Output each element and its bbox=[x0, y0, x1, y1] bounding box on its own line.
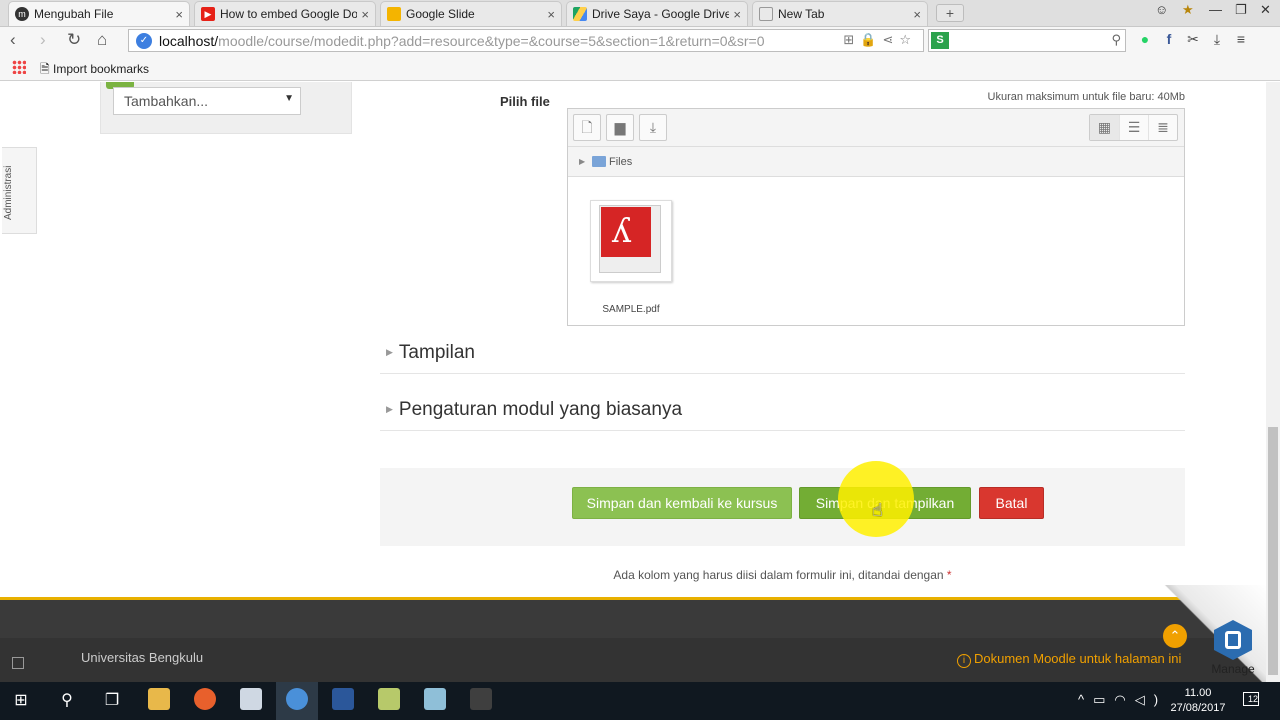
up-arrow-icon[interactable]: ⌃ bbox=[1163, 624, 1187, 648]
pdf-file-thumbnail[interactable]: ʎ bbox=[590, 200, 672, 282]
close-icon[interactable]: × bbox=[361, 7, 369, 22]
manage-hex-icon bbox=[1214, 620, 1252, 660]
word-icon[interactable] bbox=[332, 688, 354, 710]
file-explorer-icon[interactable] bbox=[148, 688, 170, 710]
section-common-module-settings[interactable]: ▶ Pengaturan modul yang biasanya bbox=[380, 399, 1185, 431]
file-name[interactable]: SAMPLE.pdf bbox=[590, 304, 672, 315]
search-icon[interactable]: ⚲ bbox=[55, 690, 79, 712]
view-tree-icon[interactable]: ≣ bbox=[1148, 115, 1177, 140]
google-slides-icon bbox=[387, 7, 401, 21]
add-file-icon[interactable]: 🗋 bbox=[573, 114, 601, 141]
newtab-icon bbox=[759, 7, 773, 21]
bookmarks-bar: 🗎 Import bookmarks bbox=[0, 54, 1280, 81]
required-fields-note: Ada kolom yang harus diisi dalam formuli… bbox=[613, 568, 952, 582]
folder-icon bbox=[592, 156, 606, 167]
whatsapp-icon[interactable]: ● bbox=[1133, 31, 1157, 47]
close-icon[interactable]: × bbox=[547, 7, 555, 22]
moodle-page: Tambahkan... ▼ Administrasi Pilih file U… bbox=[0, 82, 1266, 598]
download-icon[interactable]: ⤓ bbox=[1205, 31, 1229, 48]
window-close-icon[interactable]: ✕ bbox=[1260, 2, 1271, 18]
forward-icon[interactable]: › bbox=[40, 30, 46, 50]
tab-mengubah-file[interactable]: m Mengubah File × bbox=[8, 1, 190, 26]
windows-taskbar: ⊞ ⚲ ❐ ^▭◠◁) 11.00 27/08/2017 12 bbox=[0, 682, 1280, 720]
facebook-icon[interactable]: f bbox=[1157, 31, 1181, 47]
extension-icon[interactable]: ★ bbox=[1182, 2, 1194, 18]
notes-icon[interactable] bbox=[378, 688, 400, 710]
form-actions: Simpan dan kembali ke kursus Simpan dan … bbox=[380, 468, 1185, 546]
download-all-icon[interactable]: ⤓ bbox=[639, 114, 667, 141]
s-extension-icon[interactable]: S bbox=[931, 32, 949, 49]
hand-cursor-icon: ☝ bbox=[872, 500, 883, 520]
site-name[interactable]: Universitas Bengkulu bbox=[81, 650, 203, 665]
new-folder-icon[interactable]: ▆ bbox=[606, 114, 634, 141]
footer-band bbox=[0, 600, 1266, 638]
page-footer: Universitas Bengkulu i Dokumen Moodle unt… bbox=[0, 597, 1266, 682]
chrome-icon[interactable] bbox=[286, 688, 308, 710]
file-manager-path: ▶ Files bbox=[568, 147, 1184, 177]
caret-down-icon: ▼ bbox=[284, 93, 294, 104]
app-icon[interactable] bbox=[240, 688, 262, 710]
close-icon[interactable]: × bbox=[913, 7, 921, 22]
minimize-icon[interactable]: — bbox=[1209, 2, 1222, 17]
address-bar[interactable]: ✓ localhost/ moodle/course/modedit.php?a… bbox=[128, 29, 924, 52]
google-drive-icon bbox=[573, 7, 587, 21]
save-return-button[interactable]: Simpan dan kembali ke kursus bbox=[572, 487, 792, 519]
secure-icon: ✓ bbox=[136, 33, 152, 49]
file-manager: 🗋 ▆ ⤓ ▦ ☰ ≣ ▶ Files ʎ SAMPLE.pdf bbox=[567, 108, 1185, 326]
view-list-icon[interactable]: ☰ bbox=[1119, 115, 1148, 140]
menu-icon[interactable]: ≡ bbox=[1229, 31, 1253, 47]
close-icon[interactable]: × bbox=[175, 7, 183, 22]
manage-widget[interactable]: Manage bbox=[1205, 620, 1261, 676]
app-icon[interactable] bbox=[470, 688, 492, 710]
taskbar-clock[interactable]: 11.00 27/08/2017 bbox=[1168, 686, 1228, 716]
section-tampilan[interactable]: ▶ Tampilan bbox=[380, 342, 1185, 374]
footer-toggle-icon[interactable] bbox=[12, 657, 24, 669]
profile-icon[interactable]: ☺ bbox=[1155, 2, 1168, 17]
system-tray-icons[interactable]: ^▭◠◁) bbox=[1078, 692, 1167, 708]
tab-google-slide[interactable]: Google Slide × bbox=[380, 1, 562, 26]
required-star: * bbox=[946, 568, 952, 582]
tab-google-drive[interactable]: Drive Saya - Google Drive × bbox=[566, 1, 748, 26]
administration-tab[interactable]: Administrasi bbox=[2, 147, 37, 234]
tab-new-tab[interactable]: New Tab × bbox=[752, 1, 928, 26]
windows-start-icon[interactable]: ⊞ bbox=[9, 690, 33, 712]
bookmark-import[interactable]: 🗎 Import bookmarks bbox=[40, 60, 149, 81]
cancel-button[interactable]: Batal bbox=[979, 487, 1044, 519]
notification-icon[interactable]: 12 bbox=[1243, 692, 1259, 706]
collapsed-arrow-icon: ▶ bbox=[386, 347, 393, 358]
app-icon[interactable] bbox=[424, 688, 446, 710]
moodle-icon: m bbox=[15, 7, 29, 21]
file-manager-toolbar: 🗋 ▆ ⤓ ▦ ☰ ≣ bbox=[568, 109, 1184, 147]
info-icon: i bbox=[957, 654, 971, 668]
scissors-icon[interactable]: ✂ bbox=[1181, 31, 1205, 48]
task-view-icon[interactable]: ❐ bbox=[100, 690, 124, 712]
omnibox-action-icons[interactable]: ⊞🔒⋖☆ bbox=[843, 32, 917, 48]
search-icon[interactable]: ⚲ bbox=[1111, 32, 1121, 48]
browser-toolbar: ‹ › ↻ ⌂ ✓ localhost/ moodle/course/moded… bbox=[0, 27, 1280, 54]
add-block-select[interactable]: Tambahkan... ▼ bbox=[113, 87, 301, 115]
max-size-note: Ukuran maksimum untuk file baru: 40Mb bbox=[987, 91, 1185, 103]
youtube-icon: ▶ bbox=[201, 7, 215, 21]
expand-arrow-icon[interactable]: ▶ bbox=[579, 157, 585, 166]
back-icon[interactable]: ‹ bbox=[10, 30, 16, 50]
view-icons-icon[interactable]: ▦ bbox=[1090, 115, 1119, 140]
home-icon[interactable]: ⌂ bbox=[97, 30, 107, 50]
tab-youtube[interactable]: ▶ How to embed Google Do × bbox=[194, 1, 376, 26]
new-tab-button[interactable]: + bbox=[936, 4, 964, 22]
search-extension-box[interactable]: S ⚲ bbox=[928, 29, 1126, 52]
scrollbar-thumb[interactable] bbox=[1268, 427, 1278, 675]
close-icon[interactable]: × bbox=[733, 7, 741, 22]
collapsed-arrow-icon: ▶ bbox=[386, 404, 393, 415]
firefox-icon[interactable] bbox=[194, 688, 216, 710]
moodle-docs-link[interactable]: i Dokumen Moodle untuk halaman ini bbox=[957, 651, 1181, 668]
maximize-icon[interactable]: ❐ bbox=[1235, 2, 1247, 18]
page-scrollbar[interactable] bbox=[1266, 82, 1280, 682]
browser-tabbar: m Mengubah File × ▶ How to embed Google … bbox=[0, 0, 1280, 27]
add-block: Tambahkan... ▼ bbox=[100, 82, 352, 134]
file-picker-label: Pilih file bbox=[500, 94, 550, 109]
reload-icon[interactable]: ↻ bbox=[67, 30, 81, 50]
pdf-icon: ʎ bbox=[601, 207, 651, 257]
apps-icon[interactable] bbox=[12, 60, 26, 74]
cursor-highlight bbox=[838, 461, 914, 537]
